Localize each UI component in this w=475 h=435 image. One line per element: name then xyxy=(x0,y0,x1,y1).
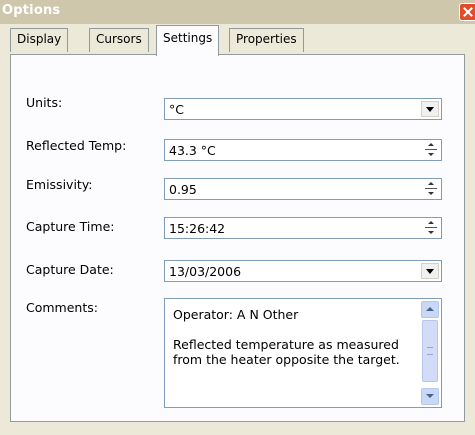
tab-properties[interactable]: Properties xyxy=(229,28,304,52)
reflected-temp-value: 43.3 °C xyxy=(169,143,216,158)
title-bar[interactable]: Options xyxy=(0,0,475,24)
capture-time-stepper[interactable] xyxy=(423,219,439,237)
capture-date-value: 13/03/2006 xyxy=(169,264,242,279)
options-window: Options Display Cursors Settings Propert… xyxy=(0,0,475,435)
units-select[interactable]: °C xyxy=(164,98,442,120)
comments-label: Comments: xyxy=(26,300,98,315)
tab-settings[interactable]: Settings xyxy=(156,25,220,56)
scroll-down-icon[interactable] xyxy=(421,388,439,405)
capture-time-label: Capture Time: xyxy=(26,219,115,234)
capture-date-label: Capture Date: xyxy=(26,262,114,277)
emissivity-spinbox[interactable]: 0.95 xyxy=(164,178,442,200)
reflected-temp-label: Reflected Temp: xyxy=(26,138,127,153)
tab-cursors[interactable]: Cursors xyxy=(89,28,149,52)
close-icon[interactable] xyxy=(459,3,475,21)
comments-scrollbar[interactable] xyxy=(421,301,439,405)
scroll-thumb[interactable] xyxy=(422,320,438,382)
units-label: Units: xyxy=(26,95,63,110)
comments-text: Operator: A N Other Reflected temperatur… xyxy=(173,307,400,367)
capture-time-spinbox[interactable]: 15:26:42 xyxy=(164,217,442,239)
units-value: °C xyxy=(169,102,184,117)
capture-time-value: 15:26:42 xyxy=(169,221,226,236)
spin-down-icon[interactable] xyxy=(423,228,439,237)
comments-textarea[interactable]: Operator: A N Other Reflected temperatur… xyxy=(164,298,442,408)
spin-down-icon[interactable] xyxy=(423,189,439,198)
chevron-down-icon[interactable] xyxy=(421,101,439,117)
chevron-down-icon[interactable] xyxy=(421,263,439,279)
reflected-temp-spinbox[interactable]: 43.3 °C xyxy=(164,139,442,161)
reflected-temp-stepper[interactable] xyxy=(423,141,439,159)
emissivity-stepper[interactable] xyxy=(423,180,439,198)
capture-date-select[interactable]: 13/03/2006 xyxy=(164,260,442,282)
scroll-up-icon[interactable] xyxy=(421,301,439,318)
emissivity-label: Emissivity: xyxy=(26,177,93,192)
emissivity-value: 0.95 xyxy=(169,182,197,197)
window-title: Options xyxy=(2,3,61,18)
spin-down-icon[interactable] xyxy=(423,150,439,159)
tab-display[interactable]: Display xyxy=(10,28,69,52)
